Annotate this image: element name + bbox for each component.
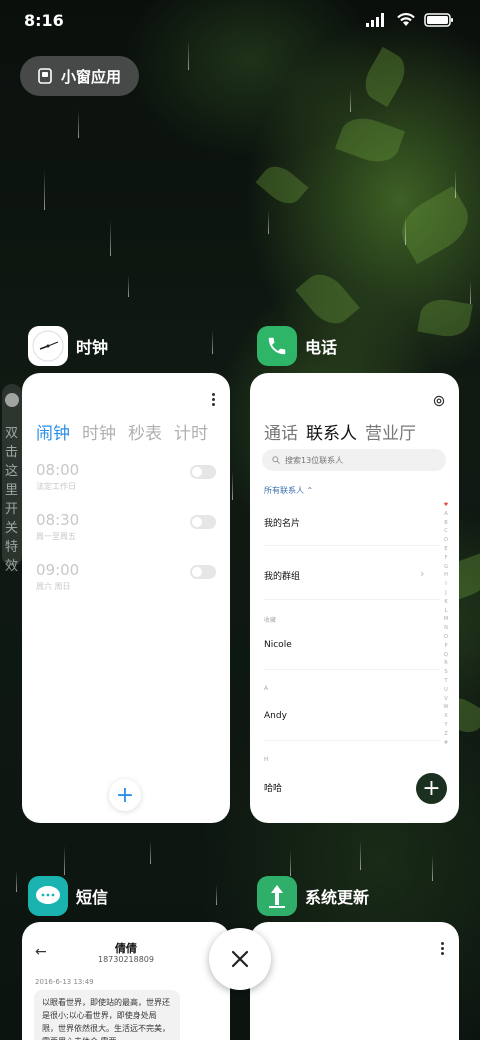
alarm-toggle[interactable] <box>190 565 216 579</box>
index-letter[interactable]: E <box>444 545 447 554</box>
section-h: H <box>264 756 269 763</box>
add-contact-button[interactable]: + <box>416 773 447 804</box>
index-letter[interactable]: W <box>444 703 449 712</box>
index-letter[interactable]: Z <box>444 730 447 739</box>
alarm-item[interactable]: 09:00 周六 周日 <box>36 561 216 601</box>
index-letter[interactable]: J <box>445 589 446 598</box>
update-app-name: 系统更新 <box>305 888 370 907</box>
contact-item[interactable]: Andy <box>264 711 287 721</box>
more-icon[interactable] <box>441 942 445 957</box>
alarm-item[interactable]: 08:30 周一至周五 <box>36 511 216 551</box>
update-icon <box>257 876 297 916</box>
index-letter[interactable]: T <box>444 677 447 686</box>
contact-number: 18730218809 <box>98 955 154 964</box>
phone-app-name: 电话 <box>305 338 338 357</box>
alarm-time: 08:00 <box>36 461 80 479</box>
contact-name: 倩倩 <box>115 942 137 955</box>
add-alarm-button[interactable]: + <box>109 779 141 811</box>
alarm-item[interactable]: 08:00 法定工作日 <box>36 461 216 501</box>
contact-filter[interactable]: 所有联系人 ⌃ <box>264 485 313 496</box>
index-letter[interactable]: G <box>444 563 448 572</box>
index-letter[interactable]: S <box>444 668 447 677</box>
index-letter[interactable]: L <box>445 607 448 616</box>
tab-stopwatch[interactable]: 秒表 <box>128 419 162 444</box>
clock-icon <box>28 326 68 366</box>
small-window-apps-button[interactable]: 小窗应用 <box>20 56 139 96</box>
index-letter[interactable]: P <box>444 642 447 651</box>
alarm-time: 08:30 <box>36 511 80 529</box>
phone-icon <box>257 326 297 366</box>
alarm-toggle[interactable] <box>190 515 216 529</box>
index-letter[interactable]: K <box>444 598 447 607</box>
wifi-icon <box>397 13 415 26</box>
alarm-desc: 法定工作日 <box>36 482 76 491</box>
alarm-desc: 周一至周五 <box>36 532 76 541</box>
sms-app-header[interactable]: 短信 <box>28 876 108 916</box>
index-letter[interactable]: H <box>444 571 448 580</box>
index-letter[interactable]: N <box>444 624 448 633</box>
status-time: 8:16 <box>24 11 64 30</box>
sms-app-card[interactable]: ← 倩倩 18730218809 2016-6-13 13:49 以眼看世界，即… <box>22 922 230 1040</box>
close-icon <box>231 950 249 968</box>
index-letter[interactable]: Y <box>444 721 447 730</box>
index-letter[interactable]: U <box>444 686 448 695</box>
section-a: A <box>264 685 269 692</box>
message-icon <box>28 876 68 916</box>
tip-dot <box>5 393 19 407</box>
contact-item[interactable]: Nicole <box>264 640 292 650</box>
message-bubble[interactable]: 以眼看世界，即使站的最高，世界还是很小;以心看世界，即使身处局限，世界依然很大。… <box>34 990 180 1040</box>
tab-calls[interactable]: 通话 <box>264 419 298 444</box>
message-date: 2016-6-13 13:49 <box>35 978 94 986</box>
chevron-right-icon: › <box>420 567 425 580</box>
alphabet-index[interactable]: ♥ A B C D E F G H I J K L M N O P Q R S … <box>442 501 450 747</box>
index-letter[interactable]: # <box>444 739 448 748</box>
index-letter[interactable]: M <box>444 615 448 624</box>
clock-app-header[interactable]: 时钟 <box>28 326 108 366</box>
index-letter[interactable]: I <box>445 580 446 589</box>
sms-app-name: 短信 <box>76 888 109 907</box>
clear-all-button[interactable] <box>209 928 271 990</box>
clock-app-card[interactable]: 闹钟 时钟 秒表 计时 08:00 法定工作日 08:30 周一至周五 09:0… <box>22 373 230 823</box>
contact-search[interactable] <box>262 449 446 471</box>
phone-app-header[interactable]: 电话 <box>257 326 337 366</box>
index-letter[interactable]: D <box>444 536 448 545</box>
effect-toggle-text: 双击这里开关特效 <box>5 426 19 574</box>
status-bar: 8:16 <box>0 0 480 40</box>
effect-toggle-tip[interactable]: 双击这里开关特效 <box>2 384 22 574</box>
alarm-toggle[interactable] <box>190 465 216 479</box>
contact-item[interactable]: 哈哈 <box>264 781 282 794</box>
index-letter[interactable]: V <box>444 695 447 704</box>
contact-search-input[interactable] <box>285 455 425 465</box>
settings-icon[interactable] <box>433 395 445 407</box>
battery-icon <box>424 12 453 27</box>
tab-alarm[interactable]: 闹钟 <box>36 419 70 444</box>
alarm-desc: 周六 周日 <box>36 582 71 591</box>
tab-service-hall[interactable]: 营业厅 <box>365 419 416 444</box>
small-window-icon <box>38 68 52 84</box>
tab-clock[interactable]: 时钟 <box>82 419 116 444</box>
index-letter[interactable]: B <box>444 519 447 528</box>
update-app-header[interactable]: 系统更新 <box>257 876 369 916</box>
alarm-time: 09:00 <box>36 561 80 579</box>
index-letter[interactable]: Q <box>444 651 448 660</box>
small-window-label: 小窗应用 <box>61 67 122 86</box>
section-favorites: 收藏 <box>264 617 277 624</box>
clock-app-name: 时钟 <box>76 338 109 357</box>
index-letter[interactable]: X <box>444 712 447 721</box>
index-letter[interactable]: A <box>444 510 447 519</box>
my-card[interactable]: 我的名片 <box>264 516 300 529</box>
tab-contacts[interactable]: 联系人 <box>306 419 357 444</box>
index-favorite[interactable]: ♥ <box>444 501 448 510</box>
my-group[interactable]: 我的群组 <box>264 569 300 582</box>
index-letter[interactable]: O <box>444 633 448 642</box>
update-app-card[interactable] <box>250 922 459 1040</box>
phone-app-card[interactable]: 通话 联系人 营业厅 所有联系人 ⌃ 我的名片 我的群组 › 收藏 Nicole… <box>250 373 459 823</box>
index-letter[interactable]: F <box>445 554 448 563</box>
index-letter[interactable]: C <box>444 527 448 536</box>
tab-timer[interactable]: 计时 <box>174 419 208 444</box>
signal-icon <box>366 12 384 27</box>
search-icon <box>272 456 280 464</box>
more-icon[interactable] <box>212 393 216 408</box>
index-letter[interactable]: R <box>444 659 447 668</box>
